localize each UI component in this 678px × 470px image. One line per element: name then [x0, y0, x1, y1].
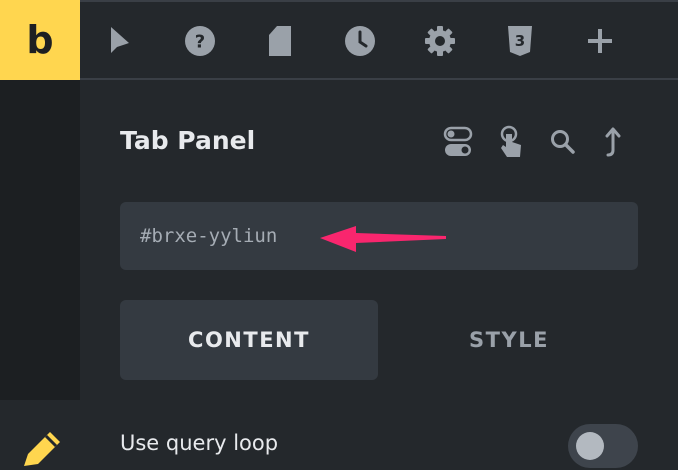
tab-content-label: CONTENT — [188, 328, 310, 352]
css3-icon[interactable]: 3 — [504, 24, 536, 58]
svg-text:3: 3 — [515, 32, 525, 50]
help-icon[interactable]: ? — [184, 24, 216, 58]
brand-logo-button[interactable]: b — [0, 0, 80, 80]
element-id-value: #brxe-yyliun — [140, 225, 278, 247]
annotation-arrow-icon — [316, 218, 448, 262]
pencil-icon[interactable] — [20, 430, 64, 470]
hand-pointer-icon[interactable] — [496, 124, 526, 160]
search-icon[interactable] — [548, 124, 578, 160]
svg-text:?: ? — [195, 32, 205, 53]
toggle-knob — [576, 432, 604, 460]
tab-content[interactable]: CONTENT — [120, 300, 378, 380]
page-icon[interactable] — [264, 24, 296, 58]
query-loop-label: Use query loop — [120, 431, 279, 455]
panel-title: Tab Panel — [120, 126, 256, 155]
arrow-up-icon[interactable] — [600, 124, 626, 160]
tab-style-label: STYLE — [469, 328, 549, 352]
pointer-icon[interactable] — [104, 24, 136, 58]
left-sidebar — [0, 80, 80, 400]
toggle-icon[interactable] — [442, 124, 474, 160]
top-border — [0, 0, 678, 2]
top-toolbar — [0, 0, 678, 80]
settings-icon[interactable] — [424, 24, 456, 58]
tab-style[interactable]: STYLE — [380, 300, 638, 380]
plus-icon[interactable] — [584, 24, 616, 58]
logo-letter: b — [26, 18, 54, 62]
query-loop-toggle[interactable] — [568, 424, 638, 468]
history-icon[interactable] — [344, 24, 376, 58]
